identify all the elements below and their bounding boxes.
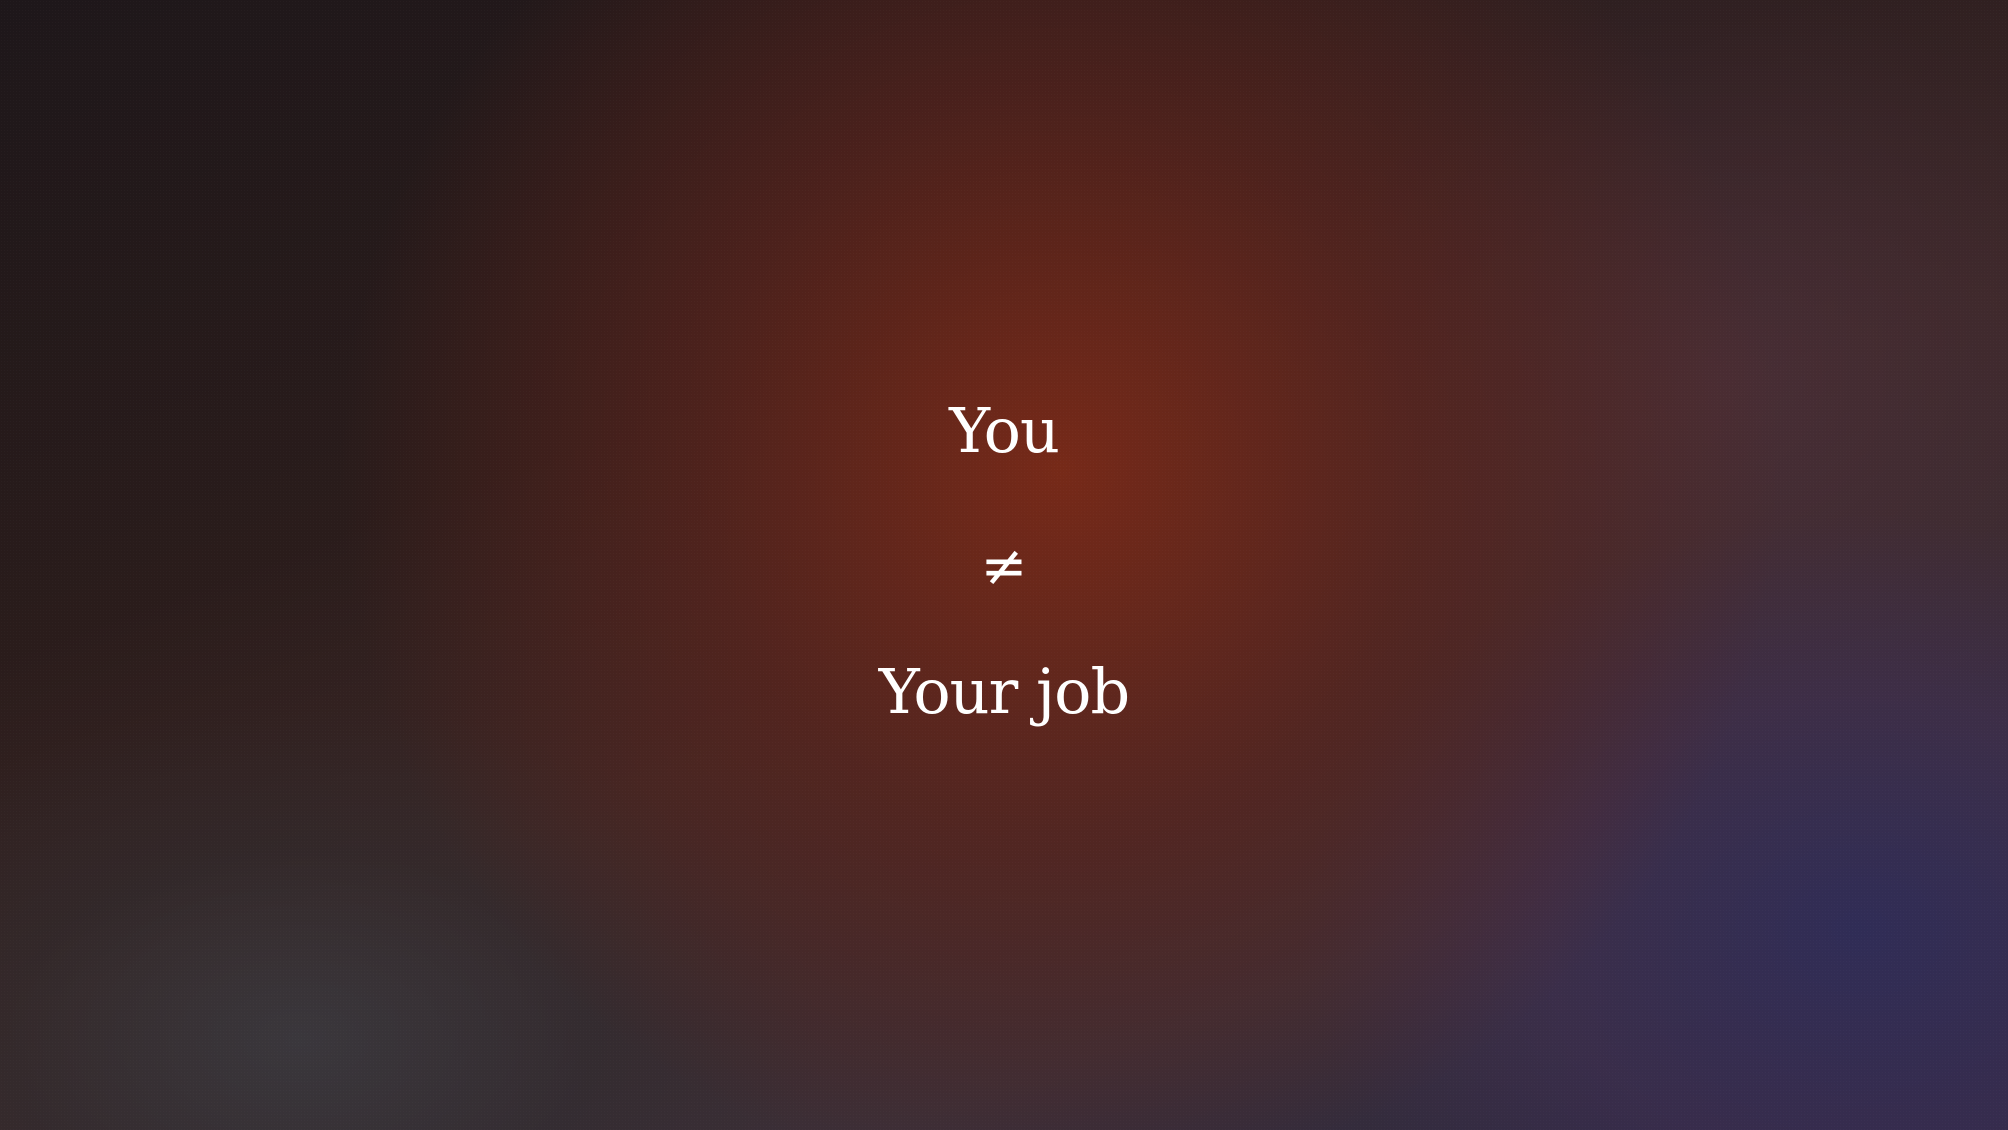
heading-your-job: Your job [878,655,1130,728]
heading-you: You [949,394,1060,467]
not-equal-symbol: ≠ [980,534,1028,599]
slide-background: You ≠ Your job [0,0,2008,1130]
slide-content: You ≠ Your job [0,0,2008,1130]
